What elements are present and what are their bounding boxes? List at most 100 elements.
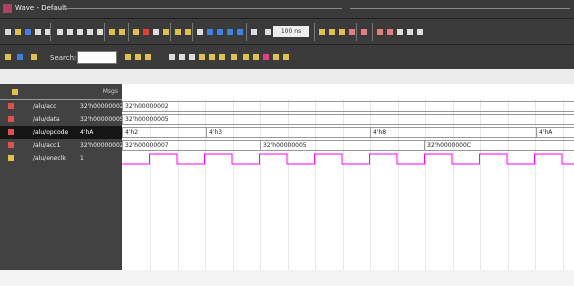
sort-icon [12,89,18,95]
edge-fall-icon[interactable] [282,52,291,62]
new-icon[interactable] [4,27,13,37]
zoom-region-icon[interactable] [208,52,217,62]
zoom-field[interactable]: 100 ns [273,26,309,37]
edge-rise-icon[interactable] [272,52,281,62]
redo-icon[interactable] [86,27,95,37]
pointer-icon[interactable] [396,27,405,37]
find-prev-icon[interactable] [124,52,133,62]
bus-edge [122,114,574,115]
add-list-icon[interactable] [328,27,337,37]
zoom-full-icon[interactable] [188,52,197,62]
break-icon[interactable] [142,27,151,37]
break-point-icon[interactable] [236,27,245,37]
divider-icon[interactable] [376,27,385,37]
redo-glyph [87,29,93,35]
cut-icon[interactable] [44,27,53,37]
signal-name: /alu/eneclk [33,155,66,162]
bus-value: 4'hA [536,127,552,138]
signal-row[interactable]: /alu/opcode 4'hA [0,126,122,139]
bus-edge [122,150,574,151]
compile-all-glyph [119,29,125,35]
signal-type-icon [8,116,14,122]
bus-value: 4'h8 [370,127,386,138]
step-over-glyph [217,29,223,35]
horizontal-scrollbar[interactable] [0,270,574,286]
insert-glyph [361,29,367,35]
zoom-region-glyph [209,54,215,60]
value-column-header[interactable]: Msgs [76,84,122,100]
list-icon[interactable] [264,27,273,37]
search-label: Search: [50,54,77,62]
edge-any-icon[interactable] [262,52,271,62]
run-icon[interactable] [174,27,183,37]
wave-data[interactable]: 32'h00000005 [122,113,574,126]
copy-icon[interactable] [56,27,65,37]
print-icon[interactable] [34,27,43,37]
marker-icon[interactable] [386,27,395,37]
step-icon[interactable] [152,27,161,37]
pane-header-strip [0,69,574,84]
signal-type-icon [8,103,14,109]
step-out-icon[interactable] [226,27,235,37]
open-icon[interactable] [14,27,23,37]
search-input[interactable] [77,51,117,64]
wave-acc1[interactable]: 32'h00000007 32'h00000005 32'h0000000C [122,139,574,152]
compile-all-icon[interactable] [118,27,127,37]
zoom-cursor-glyph [199,54,205,60]
toolbar-separator [314,23,315,41]
name-column-header[interactable] [0,84,76,100]
wave-eneclk[interactable] [122,152,574,165]
layout-icon[interactable] [416,27,425,37]
step-over-icon[interactable] [216,27,225,37]
signal-row[interactable]: /alu/acc1 32'h00000002 [0,139,124,152]
toolbar-separator [246,23,247,41]
edge-prev-icon[interactable] [242,52,251,62]
step-into-icon[interactable] [206,27,215,37]
compile-icon[interactable] [108,27,117,37]
zoom-in-icon[interactable] [168,52,177,62]
cursor-add-icon[interactable] [218,52,227,62]
undo-icon[interactable] [76,27,85,37]
dataflow-icon[interactable] [406,27,415,37]
cursor-del-glyph [231,54,237,60]
bus-edge [122,101,574,102]
signal-type-icon [8,155,14,161]
signal-row[interactable]: /alu/eneclk 1 [0,152,122,165]
zoom-full-glyph [189,54,195,60]
forward-icon[interactable] [16,52,25,62]
wave-opcode[interactable]: 4'h2 4'h3 4'h8 4'hA [122,126,574,139]
tree-icon[interactable] [338,27,347,37]
save-icon[interactable] [24,27,33,37]
signal-row[interactable]: /alu/data 32'h00000005 [0,113,124,126]
run-all-icon[interactable] [196,27,205,37]
main-toolbar: 100 ns [0,18,574,46]
edge-next-icon[interactable] [252,52,261,62]
add-wave-icon[interactable] [318,27,327,37]
history-icon[interactable] [30,52,39,62]
signal-name: /alu/data [33,116,60,123]
zoom-out-icon[interactable] [178,52,187,62]
zoom-cursor-icon[interactable] [198,52,207,62]
wave-edit-icon[interactable] [250,27,259,37]
simulate-icon[interactable] [132,27,141,37]
step-into-glyph [207,29,213,35]
bus-value: 32'h00000005 [122,114,169,125]
find-all-icon[interactable] [144,52,153,62]
paste-icon[interactable] [66,27,75,37]
edge-prev-glyph [243,54,249,60]
signal-row[interactable]: /alu/acc 32'h00000002 [0,100,124,113]
insert-icon[interactable] [360,27,369,37]
toolbar-separator [128,23,129,41]
back-icon[interactable] [4,52,13,62]
wave-acc[interactable]: 32'h00000002 [122,100,574,113]
cursor-del-icon[interactable] [230,52,239,62]
find-next-icon[interactable] [134,52,143,62]
msgs-header: Msgs [102,88,118,95]
bus-edge [122,140,574,141]
signal-type-icon [8,142,14,148]
marker-glyph [387,29,393,35]
app-icon [3,4,12,13]
signal-value: 32'h00000005 [80,116,124,123]
edge-rise-glyph [273,54,279,60]
run-all-glyph [197,29,203,35]
